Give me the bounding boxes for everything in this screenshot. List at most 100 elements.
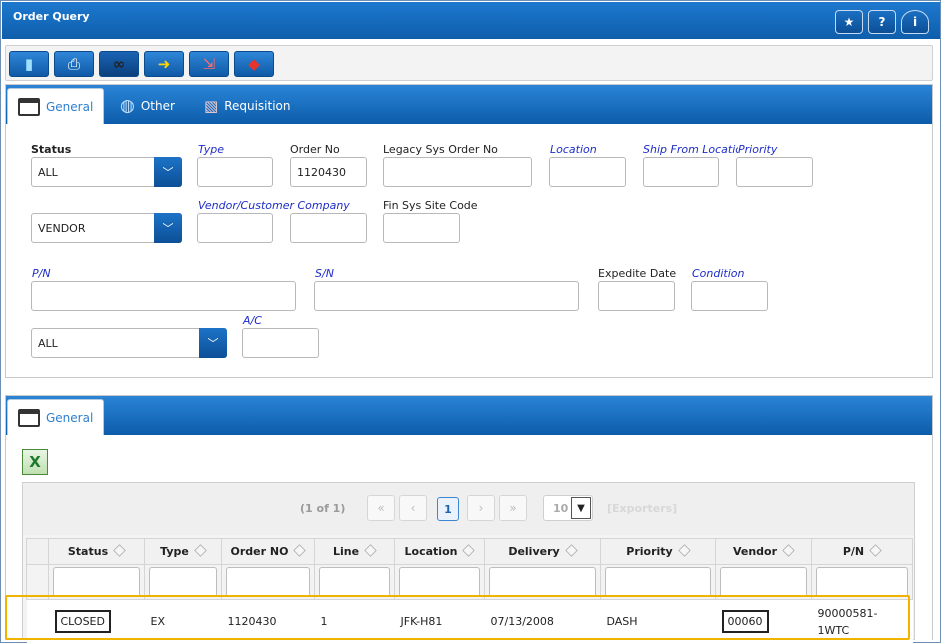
sort-icon	[364, 544, 377, 557]
ac-filter-select-value: ALL	[38, 337, 58, 350]
filter-location-input[interactable]	[399, 567, 480, 597]
vendor-value: 00060	[721, 610, 769, 634]
vendor-company-label: Vendor/Customer Company	[198, 199, 350, 212]
first-page-button[interactable]: «	[367, 495, 395, 521]
column-header-line[interactable]: Line	[314, 538, 395, 565]
condition-input[interactable]	[691, 281, 768, 311]
chevron-right-icon: ›	[478, 501, 484, 515]
legacy-order-input[interactable]	[383, 157, 532, 187]
filter-delivery-input[interactable]	[489, 567, 596, 597]
next-page-button[interactable]: ›	[467, 495, 495, 521]
vendor-input[interactable]	[197, 213, 273, 243]
star-icon: ★	[843, 15, 855, 29]
tab-results-general[interactable]: General	[7, 399, 105, 435]
priority-input[interactable]	[736, 157, 813, 187]
pn-input[interactable]	[31, 281, 296, 311]
chevron-down-icon: ▼	[571, 497, 591, 519]
ac-label: A/C	[243, 314, 262, 327]
sort-icon	[462, 544, 476, 557]
fin-sys-label: Fin Sys Site Code	[383, 199, 478, 212]
excel-export-button[interactable]: X	[22, 449, 48, 475]
column-header-order-no[interactable]: Order NO	[221, 538, 315, 565]
sort-icon	[293, 544, 307, 557]
column-header-pn[interactable]: P/N	[811, 538, 913, 565]
filter-vendor-input[interactable]	[720, 567, 807, 597]
ac-input[interactable]	[242, 328, 319, 358]
status-select[interactable]: ALL ﹀	[31, 157, 182, 187]
cell-delivery: 07/13/2008	[484, 599, 601, 643]
cell-pn: 90000581- 1WTC	[811, 599, 913, 643]
column-header-status[interactable]: Status	[48, 538, 145, 565]
order-no-label: Order No	[290, 143, 340, 156]
favorite-button[interactable]: ★	[835, 10, 863, 34]
chevron-down-icon: ﹀	[154, 213, 182, 243]
pn-label: P/N	[32, 267, 51, 280]
info-icon: i	[912, 15, 918, 29]
requisition-icon: ▧	[204, 97, 219, 115]
pn-value-line1: 90000581-	[817, 606, 878, 620]
ship-from-input[interactable]	[643, 157, 719, 187]
current-page-button[interactable]: 1	[437, 497, 459, 521]
sort-icon	[677, 544, 691, 557]
cell-type: EX	[144, 599, 222, 643]
location-input[interactable]	[549, 157, 626, 187]
row-selector[interactable]	[26, 599, 49, 643]
package-button[interactable]: ◆	[234, 51, 274, 77]
exporters-link[interactable]: [Exporters]	[607, 502, 677, 515]
column-header-location[interactable]: Location	[394, 538, 485, 565]
fin-sys-input[interactable]	[383, 213, 460, 243]
condition-label: Condition	[692, 267, 745, 280]
title-bar: Order Query ★ ? i	[2, 2, 940, 39]
expedite-date-input[interactable]	[598, 281, 675, 311]
filter-pn-input[interactable]	[816, 567, 908, 597]
column-header-delivery[interactable]: Delivery	[484, 538, 601, 565]
new-button[interactable]: ▮	[9, 51, 49, 77]
tab-general[interactable]: General	[7, 88, 105, 124]
filter-type-input[interactable]	[149, 567, 217, 597]
company-input[interactable]	[290, 213, 367, 243]
party-type-select-value: VENDOR	[38, 222, 86, 235]
prev-page-button[interactable]: ‹	[399, 495, 427, 521]
ac-filter-select[interactable]: ALL ﹀	[31, 328, 227, 358]
sort-icon	[564, 544, 578, 557]
status-select-value: ALL	[38, 166, 58, 179]
status-label: Status	[31, 143, 72, 156]
sn-input[interactable]	[314, 281, 579, 311]
type-input[interactable]	[197, 157, 273, 187]
export-button[interactable]: ⇲	[189, 51, 229, 77]
filter-status-input[interactable]	[53, 567, 140, 597]
party-type-select[interactable]: VENDOR ﹀	[31, 213, 182, 243]
order-no-input[interactable]: 1120430	[290, 157, 367, 187]
column-header-priority[interactable]: Priority	[600, 538, 716, 565]
arrow-icon: ➜	[157, 54, 171, 73]
page-size-select[interactable]: 10 ▼	[543, 495, 593, 521]
filter-order-no-input[interactable]	[226, 567, 310, 597]
cell-line: 1	[314, 599, 395, 643]
cell-location: JFK-H81	[394, 599, 485, 643]
column-header-type[interactable]: Type	[144, 538, 222, 565]
paginator: (1 of 1) « ‹ 1 › » 10 ▼ [Exporters]	[23, 483, 914, 535]
new-document-icon: ▮	[24, 54, 34, 73]
go-button[interactable]: ➜	[144, 51, 184, 77]
info-button[interactable]: i	[901, 10, 929, 34]
print-button[interactable]: ⎙	[54, 51, 94, 77]
type-label: Type	[198, 143, 225, 156]
order-query-window: Order Query ★ ? i ▮ ⎙ ∞ ➜ ⇲ ◆ General ◍ …	[0, 0, 941, 643]
ship-from-label: Ship From Location	[643, 143, 749, 156]
filter-priority-input[interactable]	[605, 567, 711, 597]
tab-requisition[interactable]: ▧ Requisition	[194, 88, 301, 124]
pn-value-line2: 1WTC	[817, 623, 850, 637]
printer-icon: ⎙	[67, 54, 80, 73]
expedite-date-label: Expedite Date	[598, 267, 677, 280]
tab-other[interactable]: ◍ Other	[110, 88, 185, 124]
package-icon: ◆	[248, 54, 260, 73]
search-button[interactable]: ∞	[99, 51, 139, 77]
column-header-vendor[interactable]: Vendor	[715, 538, 812, 565]
table-row[interactable]: CLOSED EX 1120430 1 JFK-H81 07/13/2008 D…	[26, 599, 913, 643]
filter-line-input[interactable]	[319, 567, 390, 597]
excel-icon: X	[29, 453, 41, 471]
results-tabbar: General	[6, 396, 932, 435]
help-button[interactable]: ?	[868, 10, 896, 34]
window-icon	[18, 97, 40, 116]
last-page-button[interactable]: »	[499, 495, 527, 521]
